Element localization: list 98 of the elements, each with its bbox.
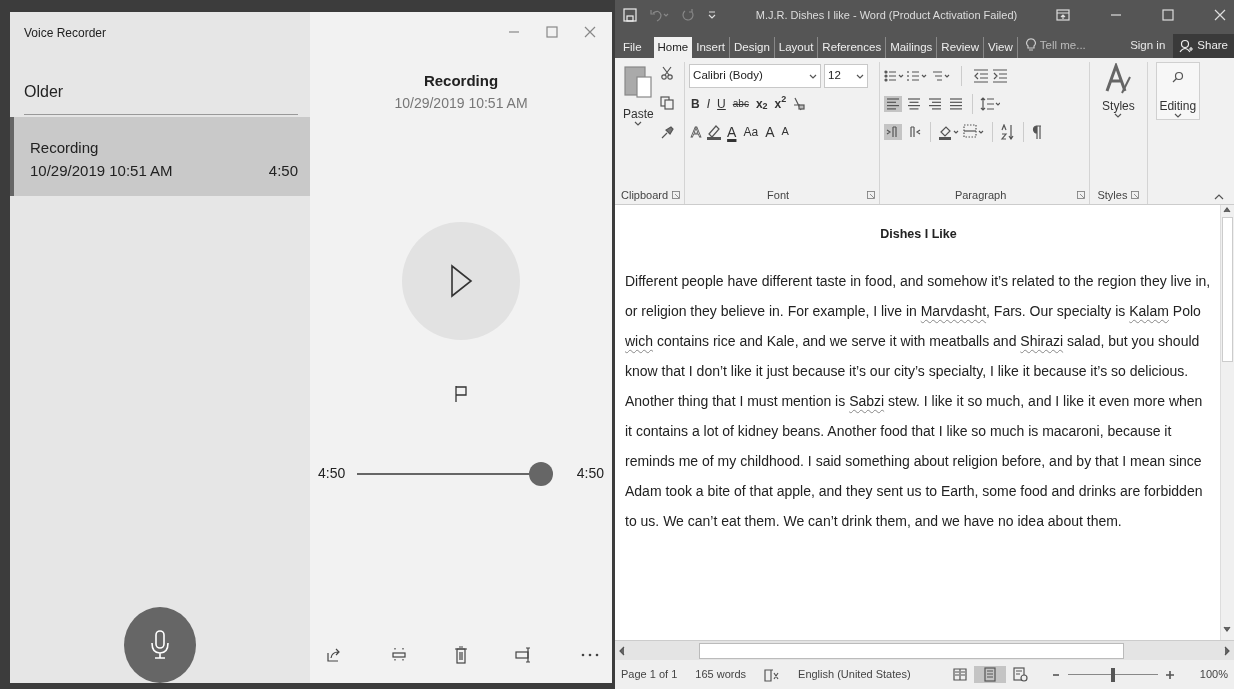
print-view-button[interactable] bbox=[973, 666, 1006, 683]
styles-icon bbox=[1105, 63, 1132, 95]
share-icon[interactable] bbox=[326, 647, 342, 663]
read-view-icon bbox=[951, 667, 968, 682]
caret-icon bbox=[634, 121, 643, 127]
bullets-icon[interactable] bbox=[884, 69, 905, 83]
zoom-thumb[interactable] bbox=[1110, 667, 1115, 682]
dialog-launcher-icon[interactable] bbox=[1131, 191, 1140, 199]
play-icon bbox=[449, 263, 473, 298]
dialog-launcher-icon[interactable] bbox=[867, 191, 876, 199]
delete-icon[interactable] bbox=[455, 646, 467, 664]
underline-button[interactable]: U bbox=[715, 95, 728, 113]
rename-icon[interactable] bbox=[514, 647, 533, 663]
line-spacing-icon[interactable] bbox=[980, 97, 1001, 111]
zoom-level[interactable]: 100% bbox=[1199, 666, 1228, 683]
pilcrow-icon[interactable] bbox=[1031, 124, 1044, 140]
seek-thumb[interactable] bbox=[528, 461, 553, 486]
borders-icon[interactable] bbox=[963, 124, 986, 140]
microphone-icon bbox=[150, 630, 170, 660]
ribbon-tab[interactable]: Home bbox=[653, 36, 693, 58]
caret-icon bbox=[1173, 113, 1182, 119]
copy-icon[interactable] bbox=[659, 96, 674, 110]
group-label: Clipboard bbox=[621, 187, 669, 203]
clipboard-icon bbox=[623, 63, 654, 99]
align-left-icon bbox=[886, 97, 901, 111]
horizontal-scrollbar[interactable] bbox=[615, 640, 1234, 660]
maximize-icon[interactable] bbox=[546, 26, 558, 38]
recording-title: Recording bbox=[423, 71, 499, 91]
save-icon[interactable] bbox=[623, 8, 637, 22]
shrink-button[interactable]: A bbox=[779, 124, 791, 140]
search-icon bbox=[1171, 71, 1184, 83]
paragraph-direction-icon bbox=[907, 125, 922, 139]
ribbon-display-icon[interactable] bbox=[1056, 9, 1070, 21]
numbering-icon[interactable] bbox=[907, 69, 928, 83]
strike-button[interactable]: abc bbox=[730, 97, 751, 111]
person-icon bbox=[1179, 39, 1194, 53]
tell-me-field[interactable]: Tell me... bbox=[1039, 36, 1086, 54]
align-justify-icon bbox=[949, 97, 964, 111]
lightbulb-icon bbox=[1025, 38, 1036, 53]
customize-caret-icon[interactable] bbox=[707, 10, 717, 20]
ribbon-tab[interactable]: File bbox=[619, 36, 646, 58]
paste-button[interactable]: Paste bbox=[621, 62, 656, 186]
group-label: Paragraph bbox=[954, 187, 1007, 203]
caret-icon bbox=[809, 73, 818, 79]
window-title: M.J.R. Dishes I like - Word (Product Activation Failed) bbox=[754, 7, 1019, 23]
close-icon[interactable] bbox=[584, 26, 596, 38]
flag-icon[interactable] bbox=[454, 385, 468, 404]
brush-icon[interactable] bbox=[659, 126, 674, 140]
caret-icon bbox=[856, 73, 865, 79]
color-button[interactable]: A bbox=[725, 122, 739, 142]
section-header: Older bbox=[24, 60, 298, 115]
case-button[interactable]: Aa bbox=[741, 123, 761, 141]
page-count: Page 1 of 1 bbox=[621, 667, 678, 683]
print-view-icon bbox=[981, 667, 998, 682]
editing-button[interactable]: Editing bbox=[1155, 62, 1200, 121]
document-heading: Dishes I Like bbox=[879, 226, 958, 243]
styles-button[interactable]: Styles bbox=[1094, 62, 1143, 186]
ltr-direction-button[interactable] bbox=[884, 124, 903, 140]
share-button[interactable]: Share bbox=[1173, 34, 1234, 58]
highlighter-icon[interactable] bbox=[706, 124, 723, 140]
zoom-in-icon[interactable] bbox=[1165, 670, 1174, 679]
align-center-icon bbox=[907, 97, 922, 111]
dialog-launcher-icon[interactable] bbox=[1077, 191, 1086, 199]
group-label: Styles bbox=[1097, 187, 1128, 203]
multilevel-list-icon[interactable] bbox=[930, 69, 951, 83]
caret-icon bbox=[1114, 113, 1123, 119]
trim-icon[interactable] bbox=[389, 647, 408, 663]
increase-indent-icon[interactable] bbox=[992, 69, 1009, 83]
web-view-icon bbox=[1011, 667, 1028, 682]
group-label: Font bbox=[767, 187, 790, 203]
collapse-ribbon-icon[interactable] bbox=[1214, 194, 1224, 200]
shading-icon[interactable] bbox=[938, 124, 961, 140]
grow-button[interactable]: A bbox=[763, 122, 777, 142]
clear-formatting-icon[interactable] bbox=[791, 97, 806, 111]
font-name-field[interactable]: Calibri (Body) bbox=[689, 64, 822, 88]
proofing-icon[interactable] bbox=[764, 667, 781, 682]
align-left-button[interactable] bbox=[884, 96, 903, 112]
language-label[interactable]: English (United States) bbox=[798, 666, 911, 683]
dialog-launcher-icon[interactable] bbox=[672, 191, 681, 199]
word-count: 165 words bbox=[695, 667, 747, 683]
sign-in-link[interactable]: Sign in bbox=[1130, 36, 1166, 58]
font-size-field[interactable]: 12 bbox=[824, 64, 869, 88]
document-paragraph: Different people have different taste in food, and somehow it’s related to the region they live in, or religion they believe in. For example, I live in Marvdasht, Fars. Our specialty is Kalam Polo wich contains rice and Kale, and we serve it with meatballs and Shirazi salad, but you should know that I don’t like it just because it’s our city’s specialty, I like it because it’s so delicious. Another thing that I must mention is Sabzi stew. I like it so much, and I like it even more when it contains a lot of kidney beans. Another food that I like so much is macaroni, because it reminds me of my childhood. I said something about religion before, and by that I mean since Adam took a bite of that apple, and they sent us to Earth, some food and drinks are forbidden to us. We can’t eat them. We can’t drink them, and we have no idea about them. bbox=[625, 271, 1212, 531]
more-icon[interactable] bbox=[580, 652, 600, 658]
recording-item[interactable]: Recording 10/29/2019 10:51 AM 4:50 bbox=[10, 117, 310, 196]
scroll-up-icon[interactable] bbox=[1221, 205, 1233, 215]
decrease-indent-icon[interactable] bbox=[973, 69, 990, 83]
total-time: 4:50 bbox=[576, 464, 604, 483]
align-right-icon bbox=[928, 97, 943, 111]
bold-button[interactable]: B bbox=[689, 95, 702, 113]
recording-date: 10/29/2019 10:51 AM bbox=[394, 93, 528, 113]
italic-button[interactable]: I bbox=[704, 95, 713, 113]
vertical-scrollbar[interactable] bbox=[1220, 205, 1234, 640]
cut-icon[interactable] bbox=[659, 66, 674, 80]
sub-button[interactable]: x$_{2}$ bbox=[753, 95, 770, 113]
app-title: Voice Recorder bbox=[23, 25, 108, 42]
elapsed-time: 4:50 bbox=[318, 464, 346, 483]
sup-button[interactable]: x$^{2}$ bbox=[772, 95, 789, 113]
